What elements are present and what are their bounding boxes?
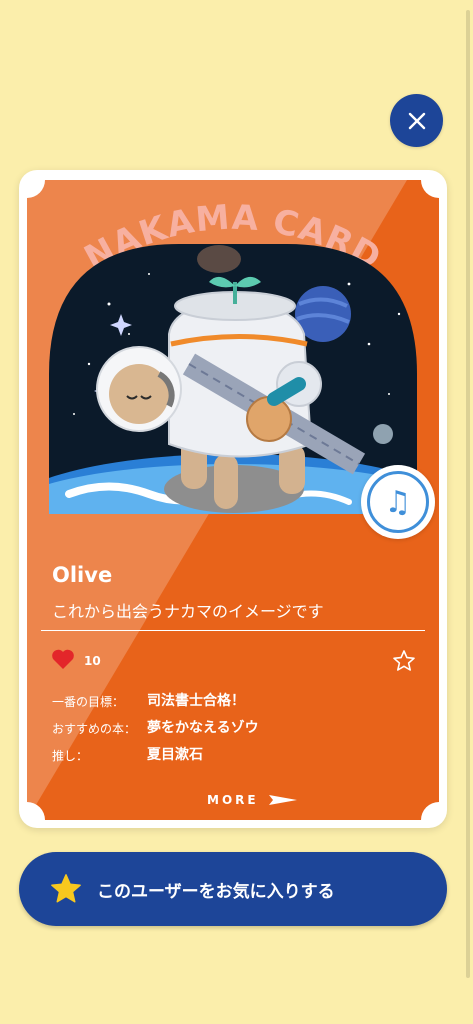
star-icon (51, 874, 81, 903)
heart-icon[interactable] (51, 648, 75, 670)
scrollbar[interactable] (466, 10, 470, 978)
more-label: MORE (207, 793, 259, 807)
close-button[interactable] (390, 94, 443, 147)
like-count: 10 (84, 654, 101, 668)
hero-illustration (49, 244, 417, 514)
more-link[interactable]: MORE (207, 793, 297, 807)
info-value: 夏目漱石 (147, 747, 203, 763)
card-subtitle: これから出会うナカマのイメージです (52, 602, 324, 621)
favorite-button-label: このユーザーをお気に入りする (97, 881, 335, 902)
music-button[interactable]: ♫ (361, 465, 435, 539)
info-value: 司法書士合格！ (147, 693, 245, 709)
info-label: 一番の目標： (52, 695, 125, 709)
arrow-right-icon (268, 795, 297, 805)
info-label: 推し： (52, 749, 89, 763)
card-body: NAKAMA CARD ♫ Olive これから出会うナカマのイメージです 10… (27, 180, 439, 820)
info-label: おすすめの本： (52, 722, 137, 736)
music-note-icon: ♫ (367, 471, 429, 533)
info-value: 夢をかなえるゾウ (147, 720, 259, 736)
divider (41, 630, 425, 631)
nakama-card: NAKAMA CARD ♫ Olive これから出会うナカマのイメージです 10… (19, 170, 447, 828)
star-outline-icon[interactable] (392, 649, 416, 673)
favorite-button[interactable]: このユーザーをお気に入りする (19, 852, 447, 926)
close-icon (408, 112, 425, 129)
user-name: Olive (52, 563, 113, 587)
